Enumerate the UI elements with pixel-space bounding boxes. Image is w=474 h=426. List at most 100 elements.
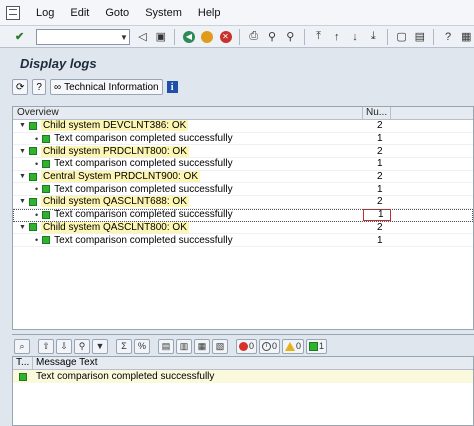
- success-count-button[interactable]: 1: [306, 338, 328, 354]
- find-message-icon[interactable]: ⚲: [74, 338, 90, 354]
- splitter[interactable]: [12, 334, 474, 335]
- first-page-icon[interactable]: ⤒: [311, 29, 326, 45]
- expand-arrow-icon[interactable]: ▼: [19, 198, 26, 205]
- tree-row-text: Child system QASCLNT688: OK: [40, 196, 189, 208]
- error-count-button[interactable]: 0: [236, 338, 258, 354]
- tree-row-text: Central System PRDCLNT900: OK: [40, 171, 200, 183]
- tree-leaf[interactable]: • Text comparison completed successfully 1: [13, 133, 473, 146]
- help-button[interactable]: ?: [32, 79, 46, 95]
- message-row[interactable]: Text comparison completed successfully: [13, 370, 473, 383]
- bullet-icon: •: [35, 133, 39, 144]
- cancel-icon[interactable]: ✕: [218, 29, 233, 45]
- sort-descending-icon[interactable]: ⇩: [56, 338, 72, 354]
- technical-information-button[interactable]: ∞ Technical Information: [49, 79, 163, 95]
- last-page-icon[interactable]: ⤓: [366, 29, 381, 45]
- sort-ascending-icon[interactable]: ⇧: [38, 338, 54, 354]
- help-icon[interactable]: ?: [440, 29, 455, 45]
- layout-icon[interactable]: ▦: [194, 338, 210, 354]
- column-header-number[interactable]: Nu...: [363, 107, 391, 119]
- sum-icon[interactable]: Σ: [116, 338, 132, 354]
- find-next-icon[interactable]: ⚲: [283, 29, 298, 45]
- tree-row-count: 1: [377, 234, 383, 246]
- info-count-button[interactable]: i 0: [259, 338, 281, 354]
- shortcut-icon[interactable]: ▤: [412, 29, 427, 45]
- tree-cell-label: • Text comparison completed successfully: [13, 158, 363, 169]
- menu-log[interactable]: Log: [36, 7, 54, 19]
- bullet-icon: •: [35, 158, 39, 169]
- tree-leaf[interactable]: • Text comparison completed successfully 1: [13, 158, 473, 171]
- tree-node[interactable]: ▼ Child system QASCLNT800: OK 2: [13, 221, 473, 235]
- expand-arrow-icon[interactable]: ▼: [19, 122, 26, 129]
- info-circle-icon: i: [262, 341, 272, 351]
- tree-row-count: 1: [377, 158, 383, 170]
- enter-check-icon[interactable]: ✔: [12, 29, 27, 45]
- tree-cell-label: • Text comparison completed successfully: [13, 184, 363, 195]
- tree-node[interactable]: ▼ Child system PRDCLNT800: OK 2: [13, 145, 473, 159]
- previous-page-icon[interactable]: ↑: [329, 29, 344, 45]
- success-status-icon: [19, 372, 27, 381]
- tree-row-text: Text comparison completed successfully: [54, 234, 233, 246]
- tree-row-text: Text comparison completed successfully: [54, 183, 233, 195]
- bullet-icon: •: [35, 184, 39, 195]
- tree-cell-label: • Text comparison completed successfully: [13, 133, 363, 144]
- tree-cell-label: • Text comparison completed successfully: [13, 235, 363, 246]
- expand-arrow-icon[interactable]: ▼: [19, 173, 26, 180]
- new-session-icon[interactable]: ▢: [394, 29, 409, 45]
- tree-cell-label: ▼ Child system QASCLNT800: OK: [13, 221, 363, 233]
- command-dropdown-icon[interactable]: ▼: [120, 33, 128, 42]
- select-layout-icon[interactable]: ▧: [212, 338, 228, 354]
- info-icon[interactable]: i: [166, 81, 178, 93]
- menu-help[interactable]: Help: [198, 7, 221, 19]
- menu-edit[interactable]: Edit: [70, 7, 89, 19]
- bullet-icon: •: [35, 235, 39, 246]
- menu-system[interactable]: System: [145, 7, 182, 19]
- window-menu-icon[interactable]: [6, 5, 20, 20]
- tree-row-text: Text comparison completed successfully: [54, 158, 233, 170]
- customize-layout-icon[interactable]: ▦: [459, 29, 474, 45]
- column-header-message-text[interactable]: Message Text: [33, 357, 98, 369]
- success-status-icon: [42, 185, 51, 194]
- find-icon[interactable]: ⚲: [264, 29, 279, 45]
- column-header-type[interactable]: T...: [13, 357, 33, 369]
- tree-cell-label: ▼ Child system PRDCLNT800: OK: [13, 145, 363, 157]
- expand-arrow-icon[interactable]: ▼: [19, 224, 26, 231]
- tree-leaf[interactable]: • Text comparison completed successfully 1: [13, 208, 473, 222]
- command-field[interactable]: ▼: [36, 28, 130, 45]
- column-header-overview[interactable]: Overview: [13, 107, 363, 119]
- tree-node[interactable]: ▼ Child system QASCLNT688: OK 2: [13, 196, 473, 209]
- message-table: T... Message Text Text comparison comple…: [12, 356, 474, 426]
- tree-row-text: Text comparison completed successfully: [54, 133, 233, 145]
- export-icon[interactable]: ▥: [176, 338, 192, 354]
- tree-row-count: 1: [377, 133, 383, 145]
- message-toolbar: ⌕ ⇧ ⇩ ⚲ ▼ Σ % ▤ ▥ ▦ ▧ 0 i 0 0 1: [14, 338, 328, 354]
- details-icon[interactable]: ⌕: [14, 338, 30, 354]
- exit-icon[interactable]: [200, 29, 215, 45]
- title-area: Display logs: [0, 48, 474, 74]
- history-back-icon[interactable]: ◁: [135, 29, 150, 45]
- save-icon[interactable]: ▣: [153, 29, 168, 45]
- refresh-button[interactable]: ⟳: [12, 79, 29, 95]
- success-status-icon: [28, 147, 37, 156]
- print-icon[interactable]: ⎙: [246, 29, 261, 45]
- tree-body: ▼ Child system DEVCLNT386: OK 2 • Text compa…: [13, 120, 473, 247]
- success-status-icon: [42, 210, 51, 219]
- tree-row-count: 1: [377, 183, 383, 195]
- tree-node[interactable]: ▼ Child system DEVCLNT386: OK 2: [13, 120, 473, 133]
- back-icon[interactable]: ◀: [181, 29, 196, 45]
- error-icon: [239, 341, 248, 351]
- tree-leaf[interactable]: • Text comparison completed successfully 1: [13, 234, 473, 247]
- tree-row-count: 2: [377, 196, 383, 208]
- success-status-icon: [42, 159, 51, 168]
- warning-count-button[interactable]: 0: [282, 338, 305, 354]
- tree-row-text: Child system QASCLNT800: OK: [40, 221, 189, 233]
- print-preview-icon[interactable]: ▤: [158, 338, 174, 354]
- tree-leaf[interactable]: • Text comparison completed successfully 1: [13, 183, 473, 197]
- message-text: Text comparison completed successfully: [36, 371, 215, 382]
- expand-arrow-icon[interactable]: ▼: [19, 148, 26, 155]
- filter-icon[interactable]: ▼: [92, 338, 108, 354]
- tree-node[interactable]: ▼ Central System PRDCLNT900: OK 2: [13, 171, 473, 184]
- menu-goto[interactable]: Goto: [105, 7, 129, 19]
- next-page-icon[interactable]: ↓: [347, 29, 362, 45]
- subtotal-icon[interactable]: %: [134, 338, 150, 354]
- application-toolbar: ⟳ ? ∞ Technical Information i: [12, 78, 178, 96]
